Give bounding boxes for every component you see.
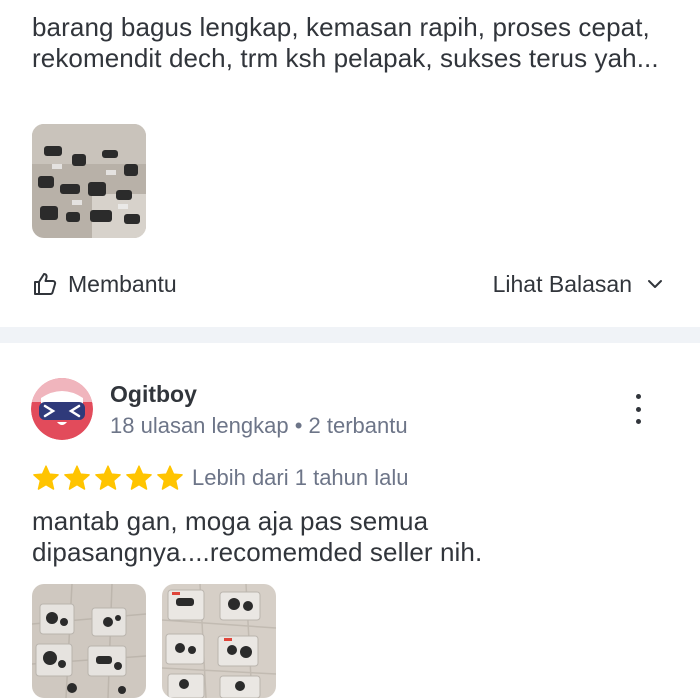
avatar[interactable] — [31, 378, 93, 440]
chevron-down-icon — [648, 280, 662, 288]
reviewer-name[interactable]: Ogitboy — [110, 381, 197, 408]
section-divider — [0, 327, 700, 343]
star-icon — [64, 465, 90, 490]
avatar-image — [31, 378, 93, 440]
review-photo[interactable] — [162, 584, 276, 698]
helpful-label: Membantu — [68, 270, 177, 297]
star-icon — [95, 465, 121, 490]
see-replies-button[interactable]: Lihat Balasan — [493, 271, 664, 298]
more-vertical-icon[interactable] — [624, 394, 652, 424]
star-icon — [126, 465, 152, 490]
review-text: barang bagus lengkap, kemasan rapih, pro… — [32, 12, 659, 73]
review-text: mantab gan, moga aja pas semua dipasangn… — [32, 506, 483, 567]
star-rating — [32, 464, 184, 492]
reviewer-meta: 18 ulasan lengkap • 2 terbantu — [110, 413, 408, 438]
rating-row: Lebih dari 1 tahun lalu — [32, 462, 409, 494]
see-replies-label: Lihat Balasan — [492, 270, 632, 297]
review-time: Lebih dari 1 tahun lalu — [192, 465, 409, 490]
star-icon — [33, 465, 59, 490]
review-photo-image — [162, 584, 276, 698]
thumbs-up-icon — [34, 273, 57, 295]
star-icon — [157, 465, 183, 490]
review-photo[interactable] — [32, 124, 146, 238]
review-photo[interactable] — [32, 584, 146, 698]
helpful-button[interactable]: Membantu — [32, 271, 177, 298]
review-photo-image — [32, 124, 146, 238]
review-actions: Membantu Lihat Balasan — [32, 264, 664, 304]
review-photo-image — [32, 584, 146, 698]
